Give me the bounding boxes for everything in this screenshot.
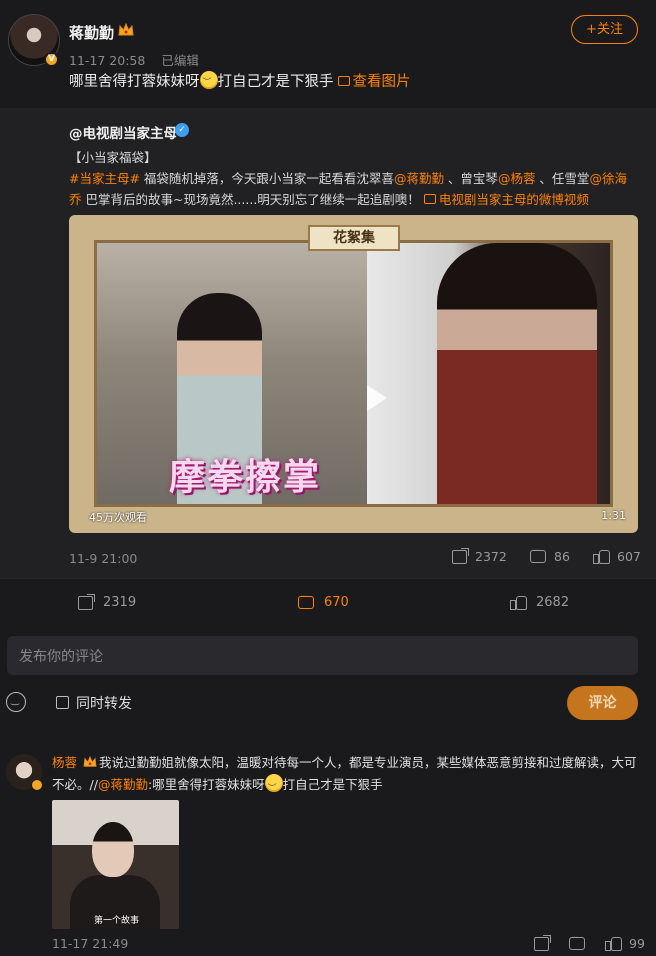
video-duration: 1:31 (601, 509, 626, 522)
submit-comment-button[interactable]: 评论 (567, 686, 638, 720)
repost-title: 【小当家福袋】 (69, 150, 157, 165)
comment-icon (298, 592, 314, 609)
repost-body: 【小当家福袋】 #当家主母# 福袋随机掉落，今天跟小当家一起看看沈翠喜@蒋勤勤 … (69, 147, 639, 210)
repost-text-4: 巴掌背后的故事~现场竟然......明天别忘了继续一起追剧噢！ (81, 192, 420, 207)
video-player[interactable]: 摩拳擦掌 花絮集 45万次观看 1:31 (69, 215, 638, 533)
video-frame: 摩拳擦掌 (94, 240, 613, 507)
thumb-figure-face (92, 822, 134, 877)
emoji-picker-icon[interactable] (6, 692, 26, 712)
mention-link[interactable]: @蒋勤勤 (394, 171, 444, 186)
repost-comment-button[interactable]: 86 (530, 546, 570, 564)
post-text-part-2: 打自己才是下狠手 (217, 74, 334, 90)
mention-link[interactable]: @杨蓉 (498, 171, 536, 186)
post-text: 哪里舍得打蓉妹妹呀 打自己才是下狠手 查看图片 (69, 70, 411, 91)
share-count: 2319 (103, 595, 137, 610)
video-icon (423, 194, 436, 204)
comment-icon (530, 546, 546, 563)
post-meta: 11-17 20:58 已编辑 (69, 50, 211, 69)
like-button[interactable]: 2682 (510, 595, 569, 610)
repost-checkbox-label[interactable]: 同时转发 (76, 693, 132, 713)
action-bar: 2319 670 2682 (0, 578, 656, 628)
repost-checkbox[interactable] (56, 696, 69, 709)
comment-body-3: 打自己才是下狠手 (282, 777, 383, 792)
post-text-part-1: 哪里舍得打蓉妹妹呀 (69, 74, 200, 90)
verified-icon: ✓ (175, 123, 189, 137)
video-link[interactable]: 电视剧当家主母的微博视频 (439, 192, 589, 207)
image-icon (337, 76, 350, 86)
like-icon (593, 549, 610, 564)
comment-button[interactable]: 670 (298, 592, 349, 610)
post-timestamp: 11-17 20:58 (69, 53, 146, 68)
crown-icon (118, 23, 134, 36)
video-banner: 花絮集 (308, 225, 400, 251)
comment-input[interactable] (7, 636, 638, 675)
comment-username[interactable]: 杨蓉 (52, 755, 77, 770)
comment-count: 670 (324, 595, 349, 610)
repost-comment-count: 86 (554, 549, 570, 564)
like-count: 2682 (536, 595, 570, 610)
comment-mention-link[interactable]: @蒋勤勤 (98, 777, 148, 792)
comment-verified-badge-icon (31, 779, 43, 791)
weibo-post: V 蒋勤勤 11-17 20:58 已编辑 +关注 哪里舍得打蓉妹妹呀打自己才是… (0, 0, 656, 956)
share-icon (452, 547, 469, 564)
comment-date: 11-17 21:49 (52, 936, 129, 951)
verified-badge-icon: V (44, 52, 59, 67)
thumb-caption: 第一个故事 (94, 916, 140, 926)
comment-reply-icon[interactable] (569, 933, 585, 950)
edited-label: 已编辑 (161, 53, 199, 68)
crown-icon (83, 756, 97, 767)
comment-like-count: 99 (629, 936, 645, 951)
view-count: 45万次观看 (89, 511, 147, 524)
repost-date: 11-9 21:00 (69, 551, 138, 566)
repost-text-1: 福袋随机掉落，今天跟小当家一起看看沈翠喜 (139, 171, 394, 186)
quoted-repost[interactable]: @电视剧当家主母 ✓ 【小当家福袋】 #当家主母# 福袋随机掉落，今天跟小当家一… (0, 108, 656, 578)
comment-share-icon[interactable] (534, 934, 551, 951)
username[interactable]: 蒋勤勤 (69, 22, 114, 43)
repost-like-button[interactable]: 607 (593, 549, 641, 564)
share-button[interactable]: 2319 (78, 593, 137, 610)
view-image-link[interactable]: 查看图片 (353, 74, 411, 90)
comment-image[interactable]: 第一个故事 (52, 800, 179, 929)
like-icon (605, 936, 622, 951)
smile-emoji-icon (199, 71, 218, 89)
follow-button[interactable]: +关注 (571, 15, 638, 44)
play-icon[interactable] (367, 385, 387, 411)
repost-like-count: 607 (617, 549, 641, 564)
like-icon (510, 595, 527, 610)
comment-actions: 99 (534, 933, 645, 951)
repost-author[interactable]: @电视剧当家主母 (69, 122, 177, 142)
repost-text-2: 、曾宝琴 (443, 171, 498, 186)
share-icon (78, 593, 95, 610)
repost-share-button[interactable]: 2372 (452, 547, 507, 564)
smile-emoji-icon (264, 774, 283, 800)
comment-text: 杨蓉 我说过勤勤姐就像太阳，温暖对待每一个人，都是专业演员，某些媒体恶意剪接和过… (52, 752, 638, 800)
hashtag-link[interactable]: #当家主母# (69, 171, 140, 186)
comment-like-button[interactable]: 99 (605, 936, 645, 951)
comment-body-2: :哪里舍得打蓉妹妹呀 (147, 777, 265, 792)
actress-figure-right (437, 243, 597, 504)
repost-text-3: 、任雪堂 (535, 171, 590, 186)
video-caption: 摩拳擦掌 (169, 457, 322, 498)
repost-share-count: 2372 (475, 549, 507, 564)
